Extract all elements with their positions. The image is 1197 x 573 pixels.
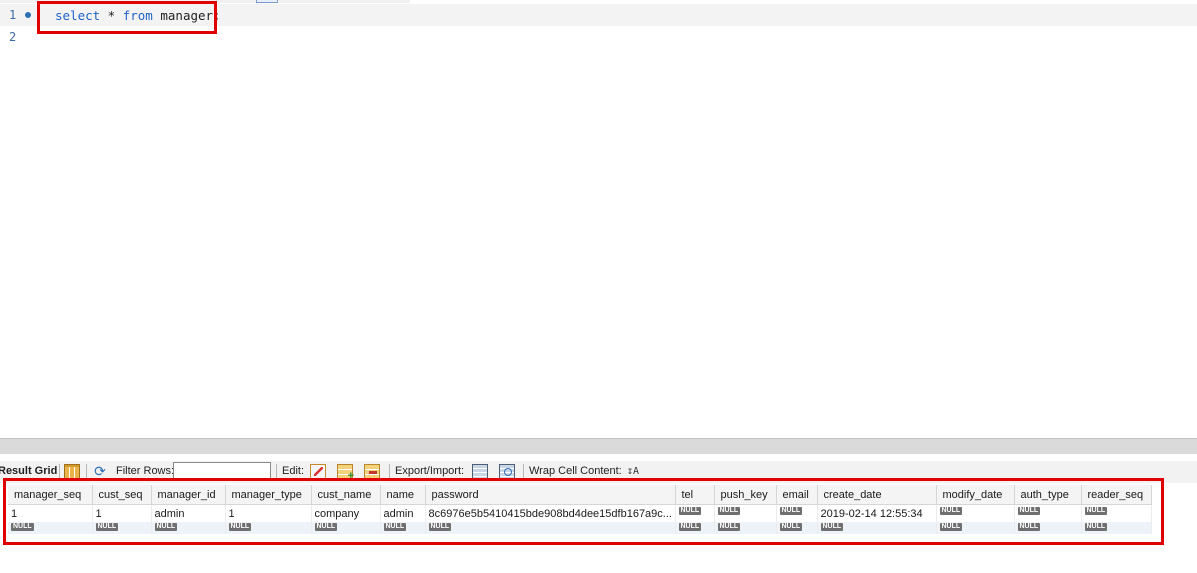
result-toolbar: Result Grid ⟳ Filter Rows: Edit: Export/… (0, 461, 1197, 483)
column-header[interactable]: cust_seq (92, 485, 152, 505)
refresh-icon[interactable]: ⟳ (92, 464, 108, 479)
column-header[interactable]: email (776, 485, 818, 505)
workbench-window: 1 select * from manager; 2 Result Grid ⟳… (0, 0, 1197, 573)
filter-rows-input[interactable] (173, 462, 271, 480)
table-cell[interactable]: NULL (817, 522, 937, 534)
statement-marker-icon (25, 12, 31, 18)
grid-icon[interactable] (64, 464, 80, 479)
result-table: manager_seq cust_seq manager_id manager_typ… (8, 485, 1152, 534)
edit-icon[interactable] (310, 464, 326, 479)
export-icon[interactable] (472, 464, 488, 479)
null-badge: NULL (1017, 523, 1041, 531)
add-row-icon[interactable] (337, 464, 354, 482)
column-header[interactable]: auth_type (1014, 485, 1082, 505)
null-badge: NULL (939, 507, 963, 515)
line-number: 1 (9, 8, 17, 22)
table-cell[interactable]: NULL (92, 522, 152, 534)
column-header[interactable]: cust_name (311, 485, 381, 505)
null-badge: NULL (11, 523, 34, 531)
export-import-label: Export/Import: (395, 465, 465, 477)
table-cell[interactable]: 1 (92, 504, 152, 522)
table-cell[interactable]: NULL (1014, 522, 1082, 534)
table-cell[interactable]: NULL (425, 522, 676, 534)
wrap-cell-label: Wrap Cell Content: (529, 465, 622, 477)
column-header[interactable]: reader_seq (1081, 485, 1152, 505)
null-badge: NULL (228, 523, 252, 531)
table-cell[interactable]: NULL (225, 522, 312, 534)
table-cell[interactable]: NULL (714, 504, 777, 522)
table-cell[interactable]: 8c6976e5b5410415bde908bd4dee15dfb167a9c.… (425, 504, 676, 522)
null-badge: NULL (717, 507, 741, 515)
null-badge: NULL (779, 523, 803, 531)
result-grid[interactable]: manager_seq cust_seq manager_id manager_typ… (8, 485, 1157, 537)
null-badge: NULL (678, 523, 702, 531)
null-badge: NULL (678, 507, 702, 515)
table-cell[interactable]: NULL (936, 504, 1015, 522)
result-grid-label[interactable]: Result Grid (0, 465, 57, 477)
null-badge: NULL (154, 523, 178, 531)
table-row[interactable]: 1 1 admin 1 company admin 8c6976e5b5410415bde9… (8, 504, 1152, 522)
table-cell[interactable]: 2019-02-14 12:55:34 (817, 504, 937, 522)
toolbar-separator (523, 464, 524, 479)
table-cell[interactable]: 1 (8, 504, 93, 522)
null-badge: NULL (820, 523, 844, 531)
table-cell[interactable]: NULL (1081, 504, 1152, 522)
table-cell[interactable]: NULL (1081, 522, 1152, 534)
table-cell[interactable]: NULL (8, 522, 93, 534)
null-badge: NULL (428, 523, 452, 531)
null-badge: NULL (779, 507, 803, 515)
table-header-row: manager_seq cust_seq manager_id manager_typ… (8, 485, 1152, 505)
query-highlight-box (37, 1, 217, 34)
table-cell[interactable]: NULL (936, 522, 1015, 534)
toolbar-separator (59, 464, 60, 479)
null-badge: NULL (383, 523, 407, 531)
import-icon[interactable] (499, 464, 515, 479)
column-header[interactable]: name (380, 485, 426, 505)
table-cell[interactable]: admin (151, 504, 226, 522)
table-cell[interactable]: company (311, 504, 381, 522)
table-cell[interactable]: NULL (1014, 504, 1082, 522)
null-badge: NULL (939, 523, 963, 531)
table-cell[interactable]: NULL (714, 522, 777, 534)
null-badge: NULL (95, 523, 119, 531)
table-cell[interactable]: NULL (151, 522, 226, 534)
new-row-placeholder[interactable]: NULL NULL NULL NULL NULL NULL NULL NULL NULL NULL… (8, 522, 1152, 534)
wrap-cell-icon[interactable]: ↧A (625, 464, 641, 479)
filter-rows-label: Filter Rows: (116, 465, 175, 477)
table-cell[interactable]: NULL (675, 504, 715, 522)
toolbar-separator (86, 464, 87, 479)
delete-row-icon[interactable] (364, 464, 380, 479)
table-cell[interactable]: NULL (776, 504, 818, 522)
column-header[interactable]: modify_date (936, 485, 1015, 505)
table-cell[interactable]: NULL (311, 522, 381, 534)
table-cell[interactable]: 1 (225, 504, 312, 522)
null-badge: NULL (314, 523, 338, 531)
column-header[interactable]: password (425, 485, 676, 505)
table-cell[interactable]: admin (380, 504, 426, 522)
panel-splitter[interactable] (0, 438, 1197, 454)
null-badge: NULL (1084, 507, 1108, 515)
column-header[interactable]: manager_id (151, 485, 226, 505)
table-cell[interactable]: NULL (380, 522, 426, 534)
column-header[interactable]: push_key (714, 485, 777, 505)
line-number: 2 (9, 30, 17, 44)
null-badge: NULL (1017, 507, 1041, 515)
edit-label: Edit: (282, 465, 305, 477)
column-header[interactable]: manager_seq (8, 485, 93, 505)
column-header[interactable]: manager_type (225, 485, 312, 505)
column-header[interactable]: create_date (817, 485, 937, 505)
null-badge: NULL (717, 523, 741, 531)
table-cell[interactable]: NULL (776, 522, 818, 534)
toolbar-separator (276, 464, 277, 479)
table-cell[interactable]: NULL (675, 522, 715, 534)
toolbar-separator (389, 464, 390, 479)
editor-scroll-marker[interactable] (256, 0, 278, 3)
null-badge: NULL (1084, 523, 1108, 531)
column-header[interactable]: tel (675, 485, 715, 505)
